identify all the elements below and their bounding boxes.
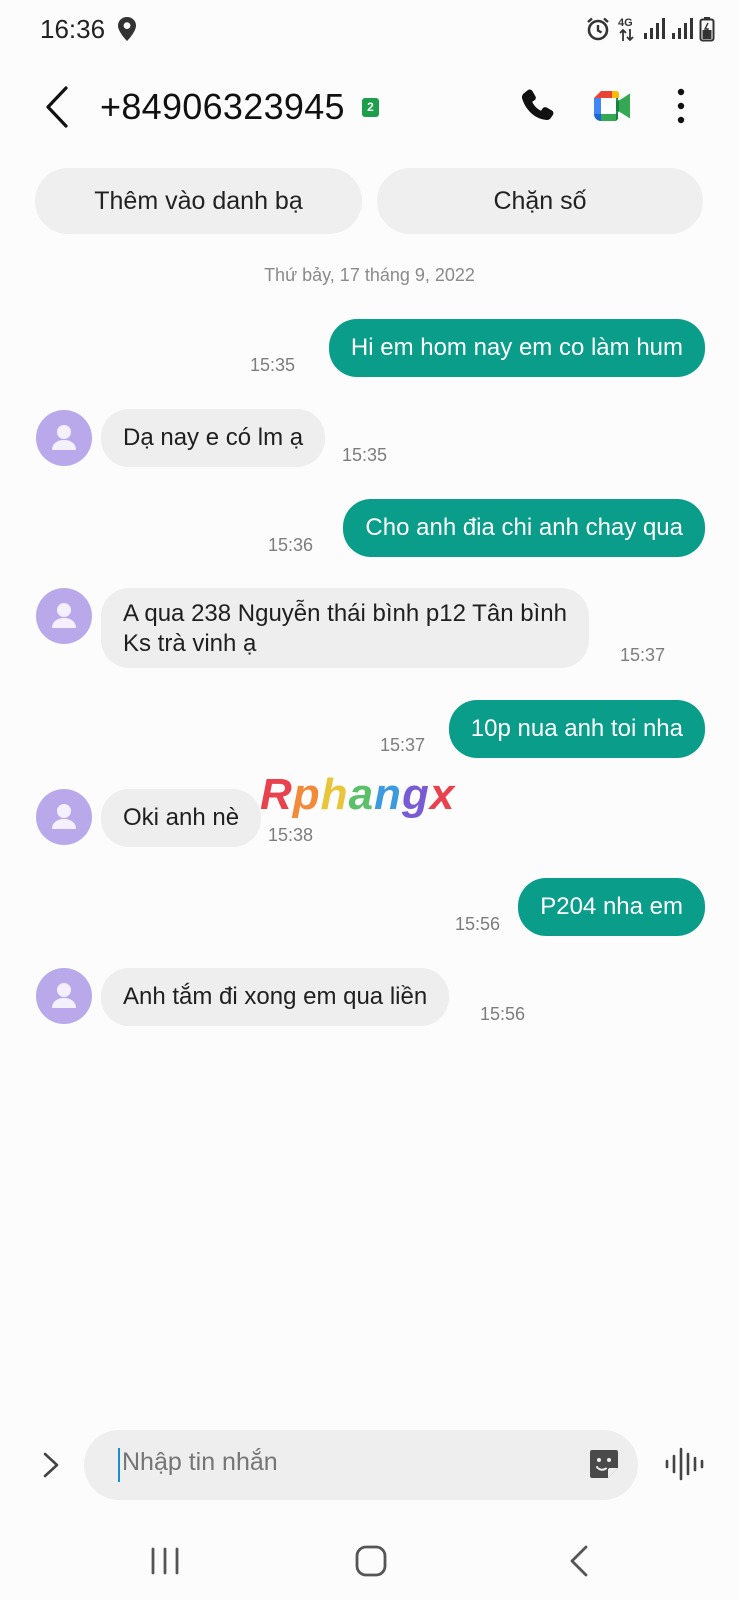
message-bubble[interactable]: 10p nua anh toi nha <box>448 700 705 758</box>
message-time: 15:56 <box>455 914 501 934</box>
message-bubble[interactable]: A qua 238 Nguyễn thái bình p12 Tân bình … <box>101 588 589 668</box>
status-icons: 4G <box>585 14 715 44</box>
message-bubble[interactable]: Hi em hom nay em co làm hum <box>328 319 705 377</box>
message-bubble[interactable]: Cho anh đia chi anh chay qua <box>343 499 705 557</box>
messages-screen: 16:36 4G +84906323945 2 Thêm vào danh bạ… <box>0 0 739 1600</box>
message-bubble[interactable]: P204 nha em <box>518 878 705 936</box>
person-icon <box>52 983 76 1008</box>
watermark-letter: g <box>401 770 430 819</box>
nav-back-icon[interactable] <box>566 1544 592 1578</box>
message-bubble[interactable]: Anh tắm đi xong em qua liền <box>101 968 450 1026</box>
message-bubble[interactable]: Dạ nay e có lm ạ <box>101 409 326 467</box>
phone-icon[interactable] <box>518 86 558 126</box>
message-time: 15:37 <box>620 645 666 665</box>
expand-icon[interactable] <box>38 1450 64 1480</box>
message-time: 15:37 <box>380 735 426 755</box>
text-cursor <box>118 1448 120 1482</box>
message-line: A qua 238 Nguyễn thái bình p12 Tân bình <box>123 600 567 627</box>
person-icon <box>52 425 76 450</box>
add-contact-button[interactable]: Thêm vào danh bạ <box>35 168 362 234</box>
avatar[interactable] <box>36 968 92 1024</box>
alarm-icon <box>587 17 609 41</box>
status-bar: 16:36 4G <box>0 0 739 58</box>
message-time: 15:38 <box>268 825 314 845</box>
date-separator: Thứ bảy, 17 tháng 9, 2022 <box>264 265 475 285</box>
network-label: 4G <box>618 17 633 29</box>
home-icon[interactable] <box>354 1544 388 1578</box>
conversation-header: +84906323945 2 <box>0 70 739 144</box>
contact-number[interactable]: +84906323945 <box>100 86 345 128</box>
watermark-letter: x <box>429 770 456 819</box>
sim-badge: 2 <box>362 98 379 117</box>
message-composer[interactable] <box>84 1430 638 1500</box>
message-time: 15:36 <box>268 535 314 555</box>
battery-icon <box>699 17 715 42</box>
avatar[interactable] <box>36 789 92 845</box>
watermark-letter: h <box>320 770 349 819</box>
recents-icon[interactable] <box>148 1546 182 1576</box>
message-time: 15:35 <box>250 355 296 375</box>
voice-input-icon[interactable] <box>664 1446 704 1482</box>
block-number-button[interactable]: Chặn số <box>377 168 703 234</box>
message-input[interactable] <box>122 1448 542 1477</box>
location-icon <box>118 17 136 41</box>
signal-icon <box>672 18 693 39</box>
back-icon[interactable] <box>36 82 80 132</box>
message-bubble[interactable]: Oki anh nè <box>101 789 262 847</box>
watermark-letter: R <box>260 770 293 819</box>
status-time: 16:36 <box>40 14 106 44</box>
message-time: 15:56 <box>480 1004 526 1024</box>
network-4g-icon: 4G <box>618 17 634 42</box>
signal-icon <box>644 18 665 39</box>
watermark-letter: n <box>374 770 402 819</box>
watermark-letter: a <box>348 770 375 819</box>
more-icon[interactable] <box>668 84 694 128</box>
avatar[interactable] <box>36 410 92 466</box>
watermark-logo: Rphangx <box>260 770 455 820</box>
message-line: Ks trà vinh ạ <box>123 630 257 657</box>
watermark-letter: p <box>292 770 321 819</box>
person-icon <box>52 804 76 829</box>
message-time: 15:35 <box>342 445 388 465</box>
sticker-icon[interactable] <box>588 1448 620 1480</box>
person-icon <box>52 603 76 628</box>
avatar[interactable] <box>36 588 92 644</box>
video-call-icon[interactable] <box>592 88 632 124</box>
